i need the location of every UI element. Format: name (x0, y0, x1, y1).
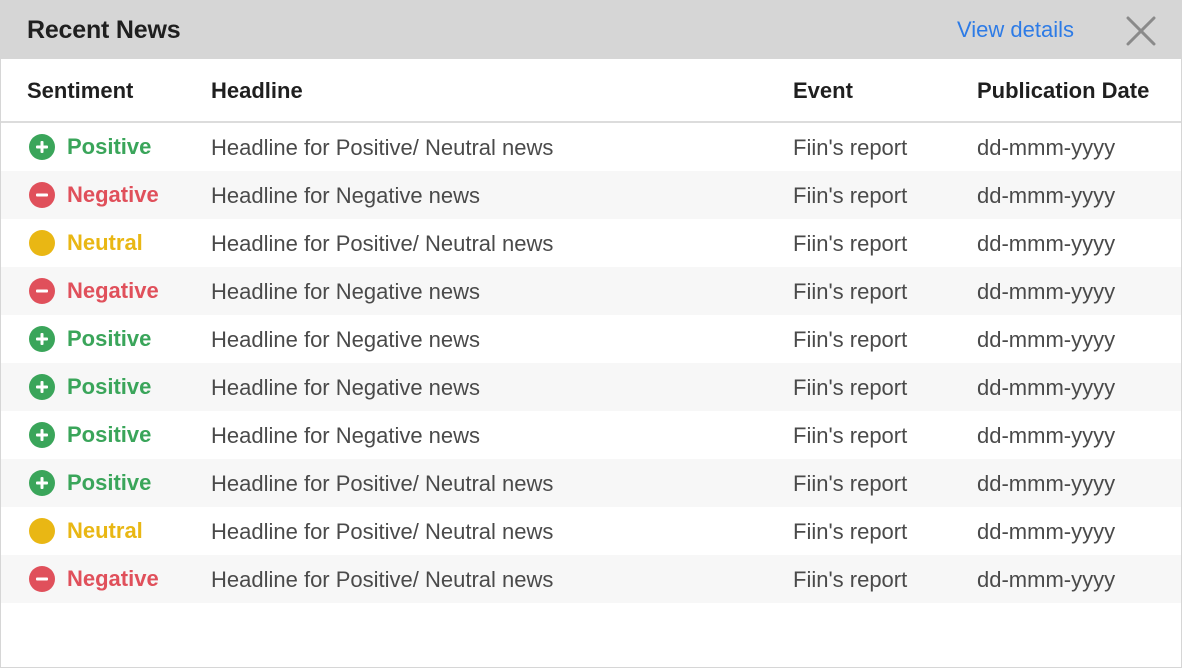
table-row[interactable]: Positive Headline for Negative news Fiin's… (1, 315, 1181, 363)
news-table-body: Positive Headline for Positive/ Neutral n… (1, 123, 1181, 603)
panel-title: Recent News (27, 16, 181, 44)
publication-date-cell: dd-mmm-yyyy (977, 519, 1116, 544)
sentiment-label: Negative (67, 182, 159, 207)
publication-date-cell: dd-mmm-yyyy (977, 423, 1116, 448)
plus-circle-icon (29, 422, 55, 448)
headline-cell[interactable]: Headline for Negative news (211, 183, 480, 209)
event-cell: Fiin's report (793, 375, 908, 400)
minus-circle-icon (29, 182, 55, 208)
publication-date-cell: dd-mmm-yyyy (977, 183, 1116, 208)
column-header-sentiment[interactable]: Sentiment (27, 78, 133, 104)
table-row[interactable]: Positive Headline for Negative news Fiin's… (1, 363, 1181, 411)
headline-cell[interactable]: Headline for Positive/ Neutral news (211, 471, 553, 497)
sentiment-label: Negative (67, 566, 159, 591)
plus-circle-icon (29, 470, 55, 496)
table-row[interactable]: Negative Headline for Negative news Fiin's… (1, 267, 1181, 315)
table-row[interactable]: Positive Headline for Positive/ Neutral n… (1, 123, 1181, 171)
event-cell: Fiin's report (793, 471, 908, 496)
minus-circle-icon (29, 278, 55, 304)
table-row[interactable]: Neutral Headline for Positive/ Neutral ne… (1, 507, 1181, 555)
table-header: Sentiment Headline Event Publication Dat… (1, 59, 1181, 123)
headline-cell[interactable]: Headline for Negative news (211, 423, 480, 449)
event-cell: Fiin's report (793, 135, 908, 160)
event-cell: Fiin's report (793, 519, 908, 544)
headline-cell[interactable]: Headline for Negative news (211, 327, 480, 353)
headline-cell[interactable]: Headline for Positive/ Neutral news (211, 567, 553, 593)
publication-date-cell: dd-mmm-yyyy (977, 375, 1116, 400)
sentiment-label: Positive (67, 470, 152, 495)
sentiment-cell: Negative (29, 566, 159, 592)
sentiment-cell: Negative (29, 182, 159, 208)
dot-circle-icon (29, 518, 55, 544)
dot-circle-icon (29, 230, 55, 256)
headline-cell[interactable]: Headline for Positive/ Neutral news (211, 519, 553, 545)
sentiment-cell: Positive (29, 422, 151, 448)
sentiment-label: Positive (67, 326, 152, 351)
sentiment-label: Negative (67, 278, 159, 303)
headline-cell[interactable]: Headline for Positive/ Neutral news (211, 135, 553, 161)
sentiment-cell: Negative (29, 278, 159, 304)
event-cell: Fiin's report (793, 327, 908, 352)
headline-cell[interactable]: Headline for Negative news (211, 375, 480, 401)
plus-circle-icon (29, 374, 55, 400)
event-cell: Fiin's report (793, 567, 908, 592)
close-icon[interactable] (1125, 15, 1157, 47)
event-cell: Fiin's report (793, 423, 908, 448)
headline-cell[interactable]: Headline for Positive/ Neutral news (211, 231, 553, 257)
publication-date-cell: dd-mmm-yyyy (977, 567, 1116, 592)
sentiment-label: Positive (67, 134, 152, 159)
event-cell: Fiin's report (793, 279, 908, 304)
publication-date-cell: dd-mmm-yyyy (977, 279, 1116, 304)
column-header-headline[interactable]: Headline (211, 78, 303, 104)
event-cell: Fiin's report (793, 231, 908, 256)
sentiment-cell: Positive (29, 134, 151, 160)
table-row[interactable]: Neutral Headline for Positive/ Neutral ne… (1, 219, 1181, 267)
table-row[interactable]: Positive Headline for Negative news Fiin's… (1, 411, 1181, 459)
table-row[interactable]: Positive Headline for Positive/ Neutral n… (1, 459, 1181, 507)
headline-cell[interactable]: Headline for Negative news (211, 279, 480, 305)
sentiment-cell: Neutral (29, 518, 143, 544)
plus-circle-icon (29, 134, 55, 160)
view-details-link[interactable]: View details (957, 17, 1074, 43)
plus-circle-icon (29, 326, 55, 352)
sentiment-label: Neutral (67, 230, 143, 255)
sentiment-cell: Positive (29, 374, 151, 400)
column-header-event[interactable]: Event (793, 78, 853, 104)
sentiment-label: Neutral (67, 518, 143, 543)
publication-date-cell: dd-mmm-yyyy (977, 231, 1116, 256)
sentiment-cell: Positive (29, 470, 151, 496)
recent-news-panel: Recent News View details Sentiment Headl… (0, 0, 1182, 668)
publication-date-cell: dd-mmm-yyyy (977, 327, 1116, 352)
event-cell: Fiin's report (793, 183, 908, 208)
minus-circle-icon (29, 566, 55, 592)
table-row[interactable]: Negative Headline for Positive/ Neutral n… (1, 555, 1181, 603)
sentiment-label: Positive (67, 374, 152, 399)
sentiment-cell: Neutral (29, 230, 143, 256)
column-header-publication-date[interactable]: Publication Date (977, 78, 1149, 104)
publication-date-cell: dd-mmm-yyyy (977, 135, 1116, 160)
publication-date-cell: dd-mmm-yyyy (977, 471, 1116, 496)
panel-header: Recent News View details (1, 1, 1181, 59)
table-row[interactable]: Negative Headline for Negative news Fiin's… (1, 171, 1181, 219)
sentiment-cell: Positive (29, 326, 151, 352)
sentiment-label: Positive (67, 422, 152, 447)
